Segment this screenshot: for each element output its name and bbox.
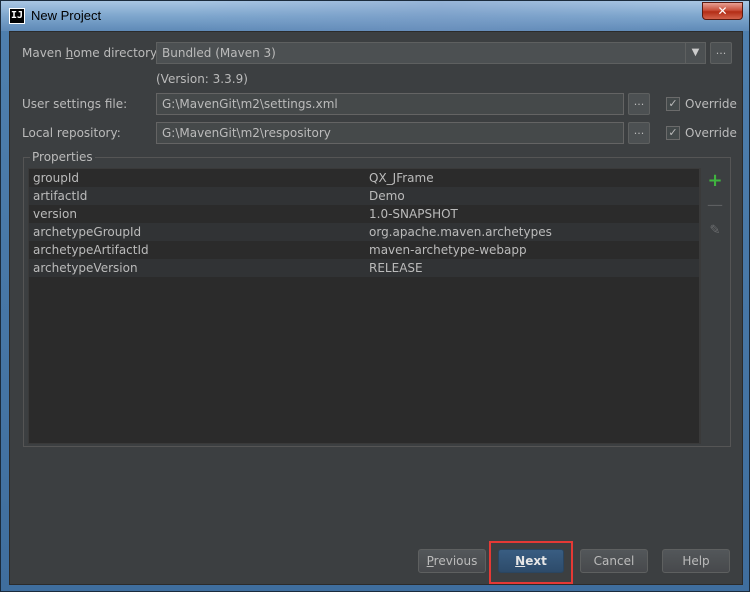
user-settings-label: User settings file: bbox=[22, 97, 128, 111]
intellij-app-icon: IJ bbox=[9, 8, 25, 24]
next-button[interactable]: Next bbox=[498, 549, 564, 573]
close-icon: ✕ bbox=[717, 4, 728, 18]
property-key: archetypeGroupId bbox=[33, 225, 142, 239]
maven-home-label: Maven home directory: bbox=[22, 46, 161, 60]
maven-home-combo[interactable]: Bundled (Maven 3) ▼ bbox=[156, 42, 706, 64]
table-row[interactable]: archetypeGroupId org.apache.maven.archet… bbox=[29, 223, 699, 241]
table-row[interactable]: archetypeVersion RELEASE bbox=[29, 259, 699, 277]
title-bar-background bbox=[191, 1, 691, 31]
property-key: archetypeVersion bbox=[33, 261, 138, 275]
maven-home-value: Bundled (Maven 3) bbox=[162, 46, 276, 60]
close-button[interactable]: ✕ bbox=[702, 2, 743, 20]
properties-title: Properties bbox=[30, 150, 95, 164]
property-value[interactable]: maven-archetype-webapp bbox=[369, 241, 527, 259]
user-settings-browse-button[interactable]: ... bbox=[628, 93, 650, 115]
table-row[interactable]: version 1.0-SNAPSHOT bbox=[29, 205, 699, 223]
properties-table: groupId QX_JFrame artifactId Demo versio… bbox=[28, 168, 700, 444]
help-button[interactable]: Help bbox=[662, 549, 730, 573]
property-key: artifactId bbox=[33, 189, 88, 203]
chevron-down-icon[interactable]: ▼ bbox=[685, 43, 705, 63]
local-repo-browse-button[interactable]: ... bbox=[628, 122, 650, 144]
maven-home-browse-button[interactable]: ... bbox=[710, 42, 732, 64]
local-repo-override-checkbox[interactable]: ✓ bbox=[666, 126, 680, 140]
maven-version-label: (Version: 3.3.9) bbox=[156, 72, 248, 86]
property-value[interactable]: Demo bbox=[369, 187, 405, 205]
property-key: version bbox=[33, 207, 77, 221]
local-repo-label: Local repository: bbox=[22, 126, 121, 140]
properties-toolbar: + — ✎ bbox=[700, 168, 728, 444]
table-row[interactable]: groupId QX_JFrame bbox=[29, 169, 699, 187]
remove-icon[interactable]: — bbox=[706, 196, 724, 214]
add-icon[interactable]: + bbox=[706, 172, 724, 190]
user-settings-field[interactable]: G:\MavenGit\m2\settings.xml bbox=[156, 93, 624, 115]
properties-panel: Properties groupId QX_JFrame artifactId … bbox=[23, 150, 731, 447]
local-repo-override-label: Override bbox=[685, 126, 737, 140]
property-value[interactable]: RELEASE bbox=[369, 259, 423, 277]
property-value[interactable]: QX_JFrame bbox=[369, 169, 434, 187]
dialog-window: IJ New Project ✕ Maven home directory: B… bbox=[0, 0, 750, 592]
local-repo-field[interactable]: G:\MavenGit\m2\respository bbox=[156, 122, 624, 144]
dialog-content: Maven home directory: Bundled (Maven 3) … bbox=[9, 31, 743, 585]
property-key: groupId bbox=[33, 171, 80, 185]
property-value[interactable]: org.apache.maven.archetypes bbox=[369, 223, 552, 241]
user-settings-override-label: Override bbox=[685, 97, 737, 111]
cancel-button[interactable]: Cancel bbox=[580, 549, 648, 573]
table-row[interactable]: archetypeArtifactId maven-archetype-weba… bbox=[29, 241, 699, 259]
property-value[interactable]: 1.0-SNAPSHOT bbox=[369, 205, 458, 223]
previous-button[interactable]: Previous bbox=[418, 549, 486, 573]
window-title: New Project bbox=[31, 8, 102, 23]
property-key: archetypeArtifactId bbox=[33, 243, 149, 257]
table-row[interactable]: artifactId Demo bbox=[29, 187, 699, 205]
user-settings-override-checkbox[interactable]: ✓ bbox=[666, 97, 680, 111]
title-bar[interactable]: IJ New Project ✕ bbox=[1, 1, 749, 31]
edit-icon[interactable]: ✎ bbox=[706, 222, 724, 240]
